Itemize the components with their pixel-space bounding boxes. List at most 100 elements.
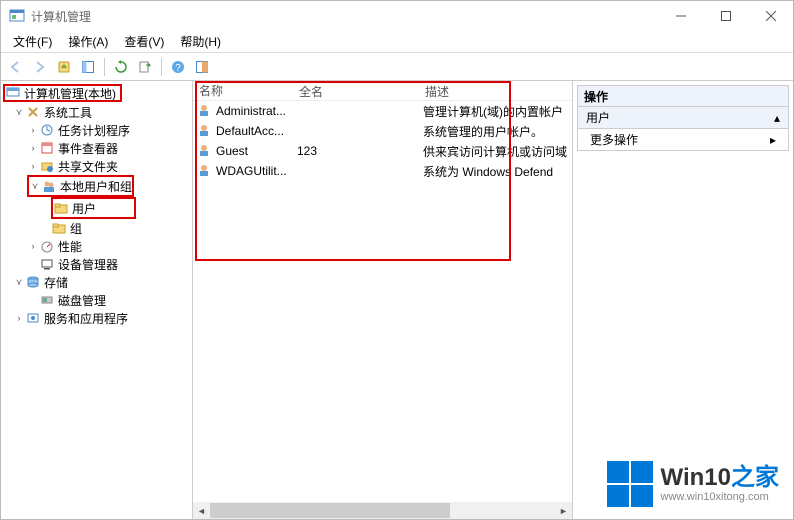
cell-fullname: 123	[293, 144, 419, 158]
tree-device-manager[interactable]: 设备管理器	[39, 255, 190, 273]
chevron-right-icon: ▸	[770, 133, 776, 147]
tree-label: 磁盘管理	[58, 292, 106, 309]
actions-section-label: 用户	[586, 109, 610, 126]
toolbar-separator	[104, 58, 105, 76]
list-row[interactable]: Guest 123供来宾访问计算机或访问域	[193, 141, 572, 161]
list-header: 名称 全名 描述	[193, 81, 572, 101]
folder-icon	[51, 220, 67, 236]
up-button[interactable]	[53, 56, 75, 78]
tree-root[interactable]: 计算机管理(本地)	[3, 84, 122, 102]
event-icon	[39, 140, 55, 156]
menu-view[interactable]: 查看(V)	[116, 31, 172, 52]
services-icon	[25, 310, 41, 326]
computer-icon	[5, 85, 21, 101]
watermark-text2: 之家	[731, 464, 779, 491]
list-row[interactable]: Administrat...管理计算机(域)的内置帐户	[193, 101, 572, 121]
expander-icon[interactable]: ›	[27, 143, 39, 153]
tree-disk-mgmt[interactable]: 磁盘管理	[39, 291, 190, 309]
tree-root-label: 计算机管理(本地)	[24, 85, 116, 102]
scheduler-icon	[39, 122, 55, 138]
tree-label: 事件查看器	[58, 140, 118, 157]
expander-icon[interactable]: ›	[13, 313, 25, 323]
refresh-button[interactable]	[110, 56, 132, 78]
show-hide-tree-button[interactable]	[77, 56, 99, 78]
tree-local-users-groups[interactable]: ⋎ 本地用户和组	[29, 177, 132, 195]
tree-label: 组	[70, 220, 82, 237]
help-button[interactable]: ?	[167, 56, 189, 78]
expander-icon[interactable]: ⋎	[13, 277, 25, 288]
tree-system-tools[interactable]: ⋎ 系统工具	[13, 103, 190, 121]
tree-label: 性能	[58, 238, 82, 255]
actions-title: 操作	[577, 85, 789, 107]
tree-label: 设备管理器	[58, 256, 118, 273]
menubar: 文件(F) 操作(A) 查看(V) 帮助(H)	[1, 31, 793, 53]
tree-task-scheduler[interactable]: › 任务计划程序	[27, 121, 190, 139]
maximize-button[interactable]	[703, 1, 748, 31]
tree-label: 共享文件夹	[58, 158, 118, 175]
tree-storage[interactable]: ⋎ 存储	[13, 273, 190, 291]
list-panel: 名称 全名 描述 Administrat...管理计算机(域)的内置帐户Defa…	[193, 81, 573, 519]
actions-more-label: 更多操作	[590, 131, 638, 148]
menu-help[interactable]: 帮助(H)	[172, 31, 229, 52]
horizontal-scrollbar[interactable]: ◄ ►	[193, 502, 572, 519]
user-icon	[197, 103, 213, 119]
tree-users[interactable]: 用户	[53, 199, 134, 217]
cell-desc: 系统为 Windows Defend	[419, 163, 572, 180]
content-area: 计算机管理(本地) ⋎ 系统工具 › 任务计划程序 › 事件查看器 › 共享文件…	[1, 81, 793, 519]
disk-icon	[39, 292, 55, 308]
col-desc[interactable]: 描述	[419, 81, 572, 100]
expander-icon[interactable]: ›	[27, 125, 39, 135]
tree-performance[interactable]: › 性能	[27, 237, 190, 255]
tree-label: 任务计划程序	[58, 122, 130, 139]
export-button[interactable]	[134, 56, 156, 78]
window-controls	[658, 1, 793, 31]
cell-name: WDAGUtilit...	[216, 164, 287, 178]
actions-section[interactable]: 用户 ▴	[577, 107, 789, 129]
close-button[interactable]	[748, 1, 793, 31]
actions-more[interactable]: 更多操作 ▸	[577, 129, 789, 151]
cell-name: Guest	[216, 144, 248, 158]
folder-icon	[53, 200, 69, 216]
storage-icon	[25, 274, 41, 290]
expander-icon[interactable]: ⋎	[29, 181, 41, 192]
device-icon	[39, 256, 55, 272]
tree-label: 系统工具	[44, 104, 92, 121]
tree-label: 服务和应用程序	[44, 310, 128, 327]
cell-desc: 系统管理的用户帐户。	[419, 123, 572, 140]
col-name[interactable]: 名称	[193, 81, 293, 100]
tree-groups[interactable]: 组	[51, 219, 190, 237]
expander-icon[interactable]: ›	[27, 241, 39, 251]
menu-file[interactable]: 文件(F)	[5, 31, 60, 52]
properties-button[interactable]	[191, 56, 213, 78]
user-icon	[197, 163, 213, 179]
performance-icon	[39, 238, 55, 254]
tree-services[interactable]: › 服务和应用程序	[13, 309, 190, 327]
menu-action[interactable]: 操作(A)	[60, 31, 116, 52]
back-button[interactable]	[5, 56, 27, 78]
tree-shared-folders[interactable]: › 共享文件夹	[27, 157, 190, 175]
user-icon	[197, 143, 213, 159]
cell-desc: 供来宾访问计算机或访问域	[419, 143, 572, 160]
scroll-thumb[interactable]	[210, 503, 450, 518]
forward-button[interactable]	[29, 56, 51, 78]
tree-label: 存储	[44, 274, 68, 291]
watermark-url: www.win10xitong.com	[661, 491, 769, 503]
titlebar: 计算机管理	[1, 1, 793, 31]
share-icon	[39, 158, 55, 174]
list-row[interactable]: WDAGUtilit... 系统为 Windows Defend	[193, 161, 572, 181]
user-icon	[197, 123, 213, 139]
scroll-left-icon[interactable]: ◄	[193, 502, 210, 519]
users-icon	[41, 178, 57, 194]
chevron-up-icon: ▴	[774, 111, 780, 125]
expander-icon[interactable]: ⋎	[13, 107, 25, 118]
watermark-text1: Win10	[661, 464, 731, 491]
expander-icon[interactable]: ›	[27, 161, 39, 171]
tree-panel: 计算机管理(本地) ⋎ 系统工具 › 任务计划程序 › 事件查看器 › 共享文件…	[1, 81, 193, 519]
minimize-button[interactable]	[658, 1, 703, 31]
cell-name: DefaultAcc...	[216, 124, 284, 138]
col-fullname[interactable]: 全名	[293, 81, 419, 100]
list-body: Administrat...管理计算机(域)的内置帐户DefaultAcc...…	[193, 101, 572, 181]
tree-event-viewer[interactable]: › 事件查看器	[27, 139, 190, 157]
list-row[interactable]: DefaultAcc... 系统管理的用户帐户。	[193, 121, 572, 141]
scroll-right-icon[interactable]: ►	[555, 502, 572, 519]
